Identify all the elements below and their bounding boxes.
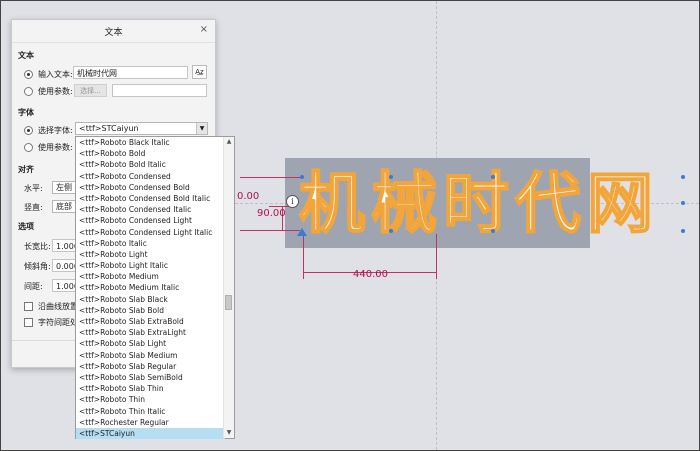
font-list-item[interactable]: <ttf>Roboto Medium (76, 271, 225, 282)
checkbox-along-curve[interactable]: 沿曲线放置 (24, 299, 78, 313)
font-list-item[interactable]: <ttf>Roboto Slab Light (76, 338, 225, 349)
font-list-item[interactable]: <ttf>Roboto Slab Bold (76, 305, 225, 316)
info-icon[interactable]: i (286, 195, 299, 208)
radio-use-param[interactable]: 使用参数: (24, 84, 73, 98)
section-font: 字体 (18, 108, 34, 117)
dimension-height-partial[interactable]: 0.00 (237, 191, 259, 202)
font-list-item[interactable]: <ttf>Rochester Regular (76, 417, 225, 428)
text-symbol-icon[interactable]: A͟z (192, 65, 207, 79)
font-list-item[interactable]: <ttf>Roboto Condensed (76, 171, 225, 182)
font-list-item[interactable]: <ttf>Roboto Slab ExtraLight (76, 327, 225, 338)
font-list-item[interactable]: <ttf>Roboto Light Italic (76, 260, 225, 271)
font-list-item[interactable]: <ttf>Roboto Slab Medium (76, 350, 225, 361)
dimension-width[interactable]: 440.00 (353, 269, 388, 280)
input-text-field[interactable]: 机械时代网 (73, 66, 188, 79)
font-list-items: <ttf>Roboto Black Italic <ttf>Roboto Bold… (76, 137, 225, 440)
slant-label: 倾斜角: (24, 262, 51, 271)
font-list-item[interactable]: <ttf>Roboto Condensed Light Italic (76, 227, 225, 238)
radio-input-text[interactable]: 输入文本: (24, 67, 73, 81)
param-field[interactable] (112, 84, 207, 97)
point-handle[interactable] (300, 175, 304, 179)
spacing-label: 间距: (24, 282, 43, 291)
radio-button[interactable] (24, 69, 33, 79)
font-list-item[interactable]: <ttf>Roboto Light (76, 249, 225, 260)
radio-button[interactable] (24, 125, 33, 135)
dimension-extension-line (240, 230, 300, 231)
char-spacing-label: 字符间距处 (38, 317, 78, 327)
section-text: 文本 (18, 51, 34, 60)
close-icon[interactable]: × (200, 24, 208, 35)
radio-button[interactable] (24, 86, 33, 96)
vertical-label: 竖直: (24, 203, 43, 212)
point-handle[interactable] (491, 175, 495, 179)
radio-use-param-font[interactable]: 使用参数: (24, 140, 73, 154)
font-list-item[interactable]: <ttf>Roboto Condensed Bold Italic (76, 193, 225, 204)
font-select-value: <ttf>STCaiyun (79, 124, 139, 133)
dialog-title: 文本 (104, 28, 123, 38)
scroll-up-icon[interactable]: ▲ (224, 137, 234, 147)
point-handle[interactable] (389, 229, 393, 233)
font-list-item[interactable]: <ttf>Roboto Bold (76, 148, 225, 159)
checkbox[interactable] (24, 301, 33, 311)
section-align: 对齐 (18, 165, 34, 174)
checkbox-char-spacing[interactable]: 字符间距处 (24, 315, 78, 329)
sketch-text[interactable]: 机械时代网 (298, 164, 659, 250)
dimension-extension-line (269, 206, 289, 207)
origin-triangle-icon[interactable] (297, 228, 307, 236)
point-handle[interactable] (681, 229, 685, 233)
font-list-item[interactable]: <ttf>STCaiyun (76, 427, 225, 440)
scrollbar[interactable]: ▲ ▼ (223, 137, 234, 438)
font-list-item[interactable]: <ttf>Roboto Bold Italic (76, 159, 225, 170)
font-list-item[interactable]: <ttf>Roboto Slab Thin (76, 383, 225, 394)
dialog-titlebar[interactable]: 文本 × (12, 20, 215, 43)
font-list-item[interactable]: <ttf>Roboto Thin (76, 394, 225, 405)
point-handle[interactable] (491, 229, 495, 233)
use-param-label: 使用参数: (38, 142, 73, 152)
font-list-item[interactable]: <ttf>Roboto Italic (76, 238, 225, 249)
radio-select-font[interactable]: 选择字体: (24, 123, 73, 137)
scrollbar-thumb[interactable] (225, 295, 232, 310)
font-list-item[interactable]: <ttf>Roboto Slab ExtraBold (76, 316, 225, 327)
section-options: 选项 (18, 222, 34, 231)
font-list-item[interactable]: <ttf>Roboto Slab Black (76, 294, 225, 305)
along-curve-label: 沿曲线放置 (38, 301, 78, 311)
font-list-item[interactable]: <ttf>Roboto Medium Italic (76, 282, 225, 293)
font-list-item[interactable]: <ttf>Roboto Condensed Italic (76, 204, 225, 215)
font-list-item[interactable]: <ttf>Roboto Condensed Light (76, 215, 225, 226)
horizontal-label: 水平: (24, 184, 43, 193)
point-handle[interactable] (389, 175, 393, 179)
chevron-down-icon[interactable]: ▼ (196, 123, 207, 134)
radio-button[interactable] (24, 142, 33, 152)
select-font-label: 选择字体: (38, 125, 73, 135)
input-text-label: 输入文本: (38, 69, 73, 79)
font-list-item[interactable]: <ttf>Roboto Condensed Bold (76, 182, 225, 193)
font-select[interactable]: <ttf>STCaiyun ▼ (75, 122, 208, 135)
scroll-down-icon[interactable]: ▼ (224, 428, 234, 438)
point-handle[interactable] (681, 175, 685, 179)
font-list-item[interactable]: <ttf>Roboto Black Italic (76, 137, 225, 148)
select-button[interactable]: 选择... (74, 84, 107, 97)
checkbox[interactable] (24, 317, 33, 327)
font-list-item[interactable]: <ttf>Roboto Slab Regular (76, 361, 225, 372)
font-list-item[interactable]: <ttf>Roboto Slab SemiBold (76, 372, 225, 383)
use-param-label: 使用参数: (38, 86, 73, 96)
font-dropdown-list[interactable]: <ttf>Roboto Black Italic <ttf>Roboto Bold… (75, 136, 235, 440)
dimension-height[interactable]: 90.00 (257, 208, 286, 219)
font-list-item[interactable]: <ttf>Roboto Thin Italic (76, 406, 225, 417)
dimension-extension-line (240, 177, 300, 178)
aspect-label: 长宽比: (24, 242, 51, 251)
point-handle[interactable] (681, 201, 685, 205)
